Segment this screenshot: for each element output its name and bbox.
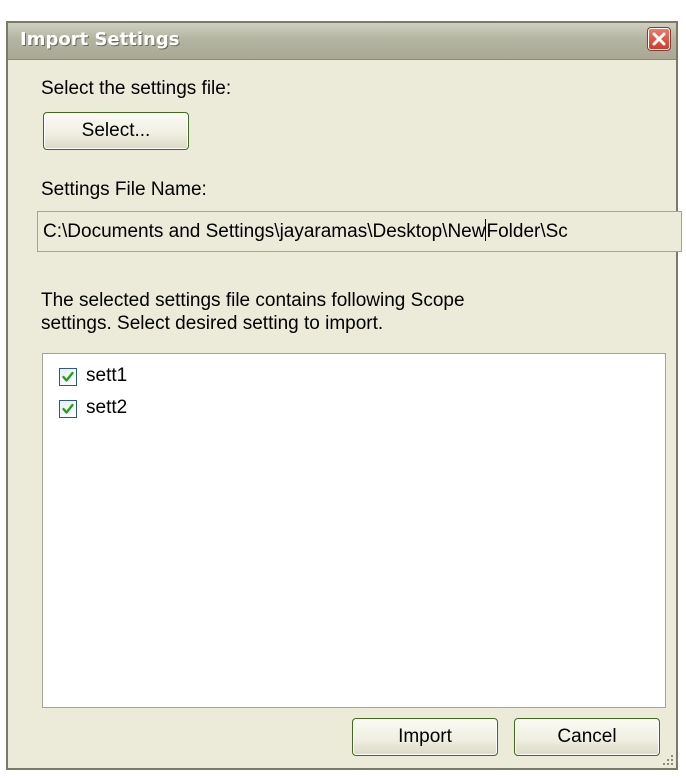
path-text-before-caret: C:\Documents and Settings\jayaramas\Desk…: [43, 221, 486, 242]
title-bar[interactable]: Import Settings: [8, 23, 676, 60]
checkmark-icon: [62, 403, 74, 414]
sett2-label: sett2: [86, 397, 128, 418]
close-icon: [652, 32, 666, 46]
settings-description-line2: settings. Select desired setting to impo…: [41, 313, 384, 334]
import-settings-dialog: Import Settings Select the settings file…: [6, 21, 682, 770]
select-file-prompt: Select the settings file:: [41, 78, 232, 99]
settings-file-name-label: Settings File Name:: [41, 179, 207, 200]
cancel-button[interactable]: Cancel: [514, 718, 660, 756]
path-text-after-caret: Folder\Sc: [486, 221, 568, 242]
dialog-title: Import Settings: [20, 29, 180, 50]
close-button[interactable]: [647, 27, 671, 51]
sett1-checkbox[interactable]: [59, 368, 77, 386]
settings-list[interactable]: sett1 sett2: [42, 353, 666, 708]
sett2-checkbox[interactable]: [59, 400, 77, 418]
checkmark-icon: [62, 371, 74, 382]
import-button[interactable]: Import: [352, 718, 498, 756]
select-file-button[interactable]: Select...: [43, 112, 189, 150]
resize-grip-icon[interactable]: [660, 752, 674, 766]
sett1-label: sett1: [86, 365, 128, 386]
settings-description-line1: The selected settings file contains foll…: [41, 290, 465, 311]
settings-file-path-field[interactable]: C:\Documents and Settings\jayaramas\Desk…: [37, 211, 682, 252]
